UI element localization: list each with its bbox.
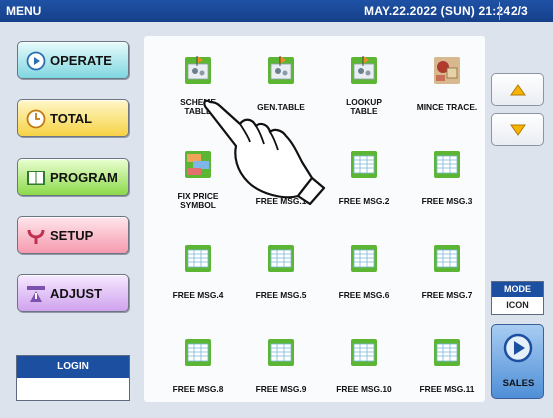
mode-label: MODE <box>492 282 543 297</box>
mode-value: ICON <box>492 297 543 314</box>
play-icon <box>26 51 46 71</box>
tile-mince-trace[interactable]: MINCE TRACE. <box>403 46 487 126</box>
setup-label: SETUP <box>50 228 94 243</box>
title-bar: MENU MAY.22.2022 (SUN) 21:24 2/3 <box>0 0 553 22</box>
tile-label: FREE MSG.4 <box>172 290 224 300</box>
tile-free-msg-11[interactable]: FREE MSG.11 <box>403 328 487 408</box>
book-icon <box>26 168 46 188</box>
free-msg-icon <box>349 148 379 180</box>
program-button[interactable]: PROGRAM <box>17 158 129 196</box>
setup-button[interactable]: SETUP <box>17 216 129 254</box>
total-label: TOTAL <box>50 111 93 126</box>
tile-label: FREE MSG.7 <box>421 290 473 300</box>
sales-button[interactable]: SALES <box>491 324 544 399</box>
play-circle-icon <box>503 333 533 363</box>
free-msg-icon <box>432 336 462 368</box>
date-time: MAY.22.2022 (SUN) 21:24 <box>364 4 511 18</box>
login-box[interactable]: LOGIN <box>16 355 130 401</box>
tile-free-msg-8[interactable]: FREE MSG.8 <box>154 328 238 408</box>
scheme-table-icon <box>183 54 213 86</box>
tile-free-msg-4[interactable]: FREE MSG.4 <box>154 234 238 314</box>
triangle-down-icon <box>510 124 526 136</box>
tile-label: FREE MSG.10 <box>336 384 392 394</box>
operate-label: OPERATE <box>50 53 112 68</box>
mince-trace-icon <box>432 54 462 86</box>
tile-label: FREE MSG.5 <box>255 290 307 300</box>
tile-free-msg-2[interactable]: FREE MSG.2 <box>320 140 404 220</box>
login-label: LOGIN <box>17 356 129 378</box>
ruler-icon <box>26 284 46 304</box>
program-label: PROGRAM <box>50 170 118 185</box>
tile-label: FREE MSG.3 <box>421 196 473 206</box>
free-msg-icon <box>432 242 462 274</box>
login-field[interactable] <box>17 378 129 400</box>
operate-button[interactable]: OPERATE <box>17 41 129 79</box>
wrench-icon <box>26 226 46 246</box>
tile-free-msg-3[interactable]: FREE MSG.3 <box>403 140 487 220</box>
tile-label: MINCE TRACE. <box>416 102 478 112</box>
tile-free-msg-6[interactable]: FREE MSG.6 <box>320 234 404 314</box>
tile-label: FREE MSG.6 <box>338 290 390 300</box>
adjust-label: ADJUST <box>50 286 103 301</box>
tile-label: FREE MSG.11 <box>419 384 475 394</box>
free-msg-icon <box>266 242 296 274</box>
clock-icon <box>26 109 46 129</box>
free-msg-icon <box>183 242 213 274</box>
adjust-button[interactable]: ADJUST <box>17 274 129 312</box>
hand-pointer-icon <box>203 99 326 205</box>
free-msg-icon <box>349 336 379 368</box>
tile-free-msg-9[interactable]: FREE MSG.9 <box>237 328 321 408</box>
free-msg-icon <box>432 148 462 180</box>
divider <box>499 2 500 20</box>
sales-label: SALES <box>502 378 535 389</box>
tile-label: FREE MSG.8 <box>172 384 224 394</box>
lookup-table-icon <box>349 54 379 86</box>
total-button[interactable]: TOTAL <box>17 99 129 137</box>
tile-free-msg-5[interactable]: FREE MSG.5 <box>237 234 321 314</box>
tile-free-msg-7[interactable]: FREE MSG.7 <box>403 234 487 314</box>
free-msg-icon <box>349 242 379 274</box>
free-msg-icon <box>183 336 213 368</box>
free-msg-icon <box>266 336 296 368</box>
screen-title: MENU <box>6 4 42 18</box>
mode-box[interactable]: MODE ICON <box>491 281 544 315</box>
page-indicator: 2/3 <box>511 4 528 18</box>
tile-label: LOOKUP TABLE <box>346 97 382 116</box>
tile-label: FREE MSG.2 <box>338 196 390 206</box>
triangle-up-icon <box>510 84 526 96</box>
scroll-down-button[interactable] <box>491 113 544 146</box>
gen-table-icon <box>266 54 296 86</box>
tile-free-msg-10[interactable]: FREE MSG.10 <box>320 328 404 408</box>
scroll-up-button[interactable] <box>491 73 544 106</box>
tile-lookup-table[interactable]: LOOKUP TABLE <box>320 46 404 126</box>
tile-label: FREE MSG.9 <box>255 384 307 394</box>
